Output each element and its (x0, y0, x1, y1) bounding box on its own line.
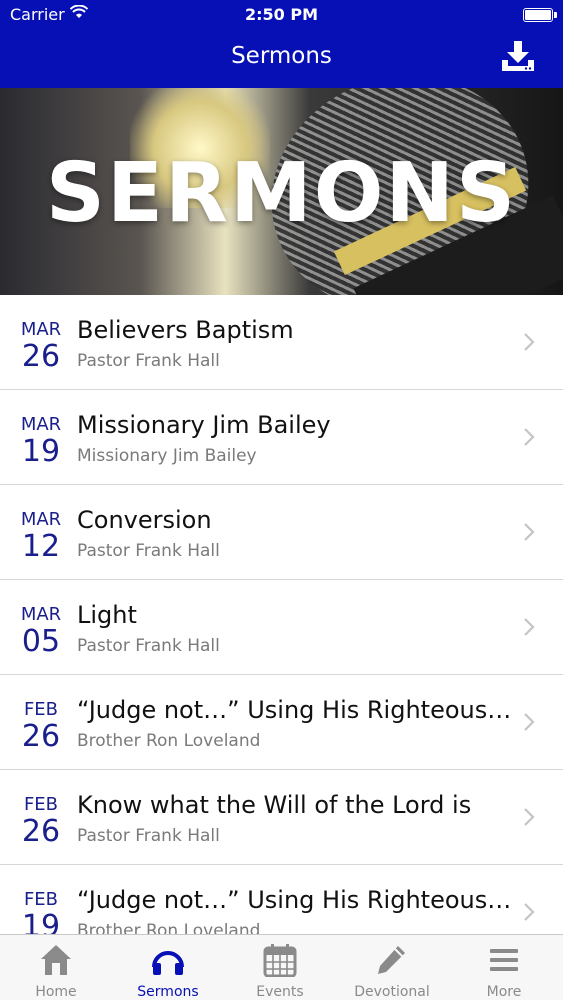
tab-more[interactable]: More (448, 935, 560, 1000)
sermon-day: 26 (21, 814, 61, 849)
sermon-month: MAR (20, 604, 62, 625)
chevron-right-icon (524, 333, 535, 351)
home-icon (41, 945, 71, 975)
tab-label: More (486, 984, 522, 1000)
sermon-day: 26 (21, 719, 61, 754)
navigation-bar: Carrier 2:50 PM Sermons (0, 0, 563, 88)
status-time: 2:50 PM (244, 5, 318, 24)
sermon-title: Missionary Jim Bailey (77, 411, 331, 439)
list-item[interactable]: FEB 26 Know what the Will of the Lord is… (0, 770, 563, 865)
sermon-month: FEB (23, 794, 59, 815)
sermon-month: MAR (20, 414, 62, 435)
chevron-right-icon (524, 428, 535, 446)
sermon-speaker: Pastor Frank Hall (77, 636, 220, 656)
battery-icon (523, 8, 557, 22)
sermon-list: MAR 26 Believers Baptism Pastor Frank Ha… (0, 295, 563, 960)
sermon-month: FEB (23, 889, 59, 910)
banner-title: SERMONS (45, 146, 518, 241)
tab-events[interactable]: Events (224, 935, 336, 1000)
tab-label: Events (256, 984, 304, 1000)
pencil-icon (378, 946, 405, 974)
sermon-day: 12 (21, 529, 61, 564)
tab-label: Home (35, 984, 77, 1000)
sermon-day: 26 (21, 339, 61, 374)
tab-devotional[interactable]: Devotional (336, 935, 448, 1000)
list-item[interactable]: MAR 19 Missionary Jim Bailey Missionary … (0, 390, 563, 485)
tab-bar: Home Sermons Events Devotional More (0, 934, 563, 1000)
sermon-speaker: Brother Ron Loveland (77, 731, 261, 751)
chevron-right-icon (524, 618, 535, 636)
sermon-speaker: Pastor Frank Hall (77, 826, 220, 846)
calendar-icon (263, 944, 297, 977)
chevron-right-icon (524, 713, 535, 731)
sermon-day: 19 (21, 434, 61, 469)
sermons-banner: SERMONS (0, 88, 563, 295)
sermon-speaker: Pastor Frank Hall (77, 541, 220, 561)
list-item[interactable]: MAR 12 Conversion Pastor Frank Hall (0, 485, 563, 580)
sermon-title: Believers Baptism (77, 316, 294, 344)
download-icon[interactable] (501, 40, 535, 72)
sermon-day: 05 (21, 624, 61, 659)
sermon-speaker: Pastor Frank Hall (77, 351, 220, 371)
chevron-right-icon (524, 903, 535, 921)
headphones-icon (152, 951, 184, 975)
sermon-speaker: Missionary Jim Bailey (77, 446, 257, 466)
page-title: Sermons (231, 43, 332, 69)
chevron-right-icon (524, 523, 535, 541)
tab-label: Devotional (354, 984, 430, 1000)
sermon-title: Know what the Will of the Lord is (77, 791, 472, 819)
sermon-title: Light (77, 601, 137, 629)
list-item[interactable]: MAR 26 Believers Baptism Pastor Frank Ha… (0, 295, 563, 390)
sermon-title: Conversion (77, 506, 212, 534)
chevron-right-icon (524, 808, 535, 826)
sermon-title: “Judge not…” Using His Righteous Judgeme… (77, 696, 517, 724)
sermon-title: “Judge not…” Using His Righteous Judgeme… (77, 886, 517, 914)
sermon-month: MAR (20, 509, 62, 530)
tab-sermons[interactable]: Sermons (112, 935, 224, 1000)
status-bar: Carrier 2:50 PM (0, 0, 563, 30)
tab-label: Sermons (137, 984, 199, 1000)
tab-home[interactable]: Home (0, 935, 112, 1000)
menu-icon (490, 949, 518, 971)
list-item[interactable]: MAR 05 Light Pastor Frank Hall (0, 580, 563, 675)
sermon-month: MAR (20, 319, 62, 340)
list-item[interactable]: FEB 26 “Judge not…” Using His Righteous … (0, 675, 563, 770)
sermon-month: FEB (23, 699, 59, 720)
